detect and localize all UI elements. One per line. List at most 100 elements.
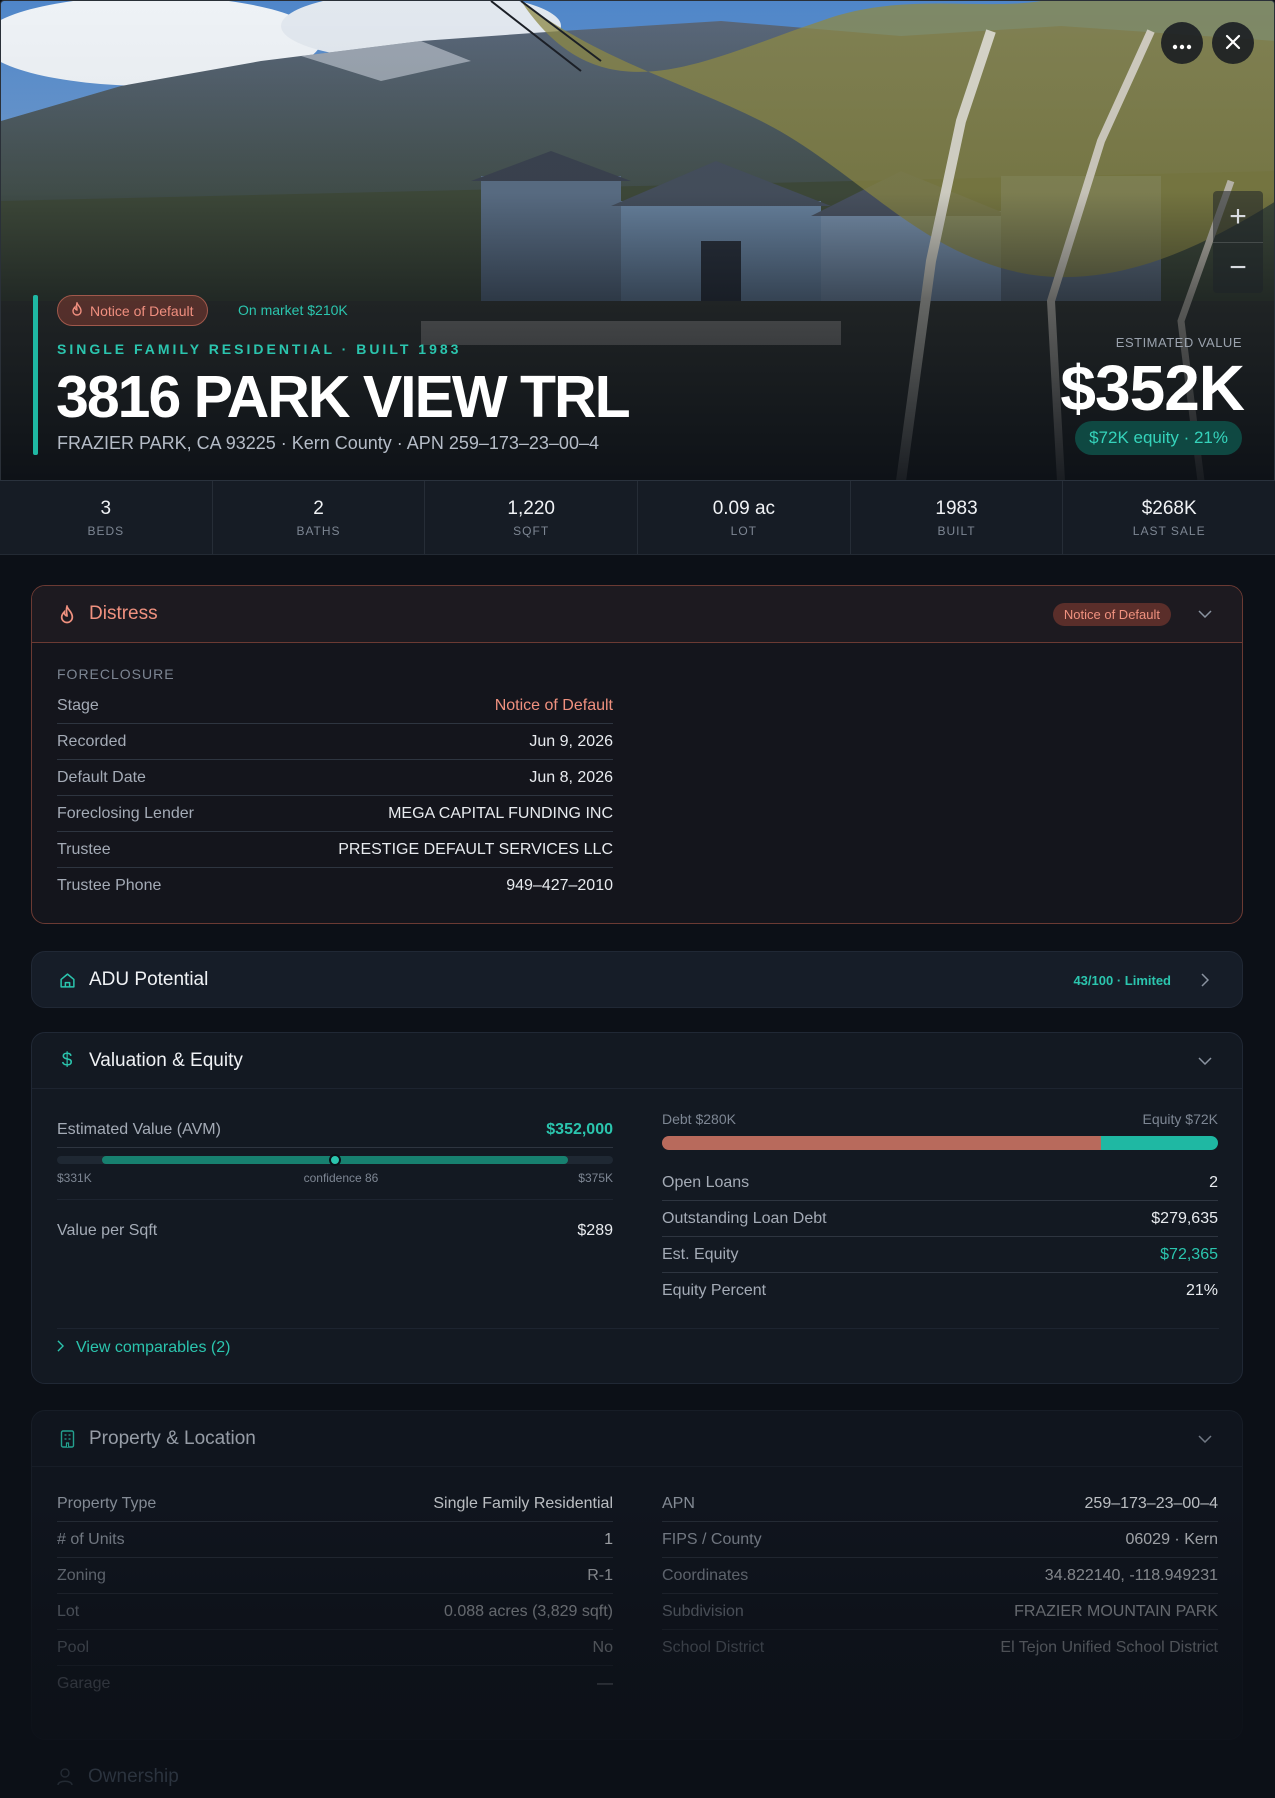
- chevron-down-icon[interactable]: [1193, 602, 1217, 626]
- row-value: 34.822140, -118.949231: [1044, 1566, 1218, 1584]
- open-loans-row: Open Loans 2: [662, 1165, 1218, 1201]
- flame-icon: [71, 300, 83, 319]
- adu-potential-card[interactable]: ADU Potential 43/100 · Limited: [31, 951, 1243, 1008]
- zoom-in-button[interactable]: +: [1213, 191, 1263, 242]
- adu-card-header[interactable]: ADU Potential 43/100 · Limited: [32, 952, 1242, 1008]
- view-comparables-link[interactable]: View comparables (2): [57, 1339, 230, 1357]
- adu-title: ADU Potential: [89, 969, 209, 990]
- row-key: Subdivision: [662, 1602, 744, 1620]
- row-key: Property Type: [57, 1494, 157, 1512]
- stat-beds: 3 BEDS: [0, 481, 213, 554]
- status-badge: Notice of Default: [57, 295, 208, 326]
- row-key: # of Units: [57, 1530, 125, 1548]
- minus-icon: −: [1229, 251, 1247, 284]
- row-key: Trustee: [57, 840, 111, 858]
- row-value: El Tejon Unified School District: [1000, 1639, 1218, 1656]
- fips-row: FIPS / County 06029 · Kern: [662, 1522, 1218, 1558]
- stat-sqft: 1,220 SQFT: [425, 481, 639, 554]
- loan-debt-row: Outstanding Loan Debt $279,635: [662, 1201, 1218, 1237]
- property-location-card: Property & Location Property Type Single …: [31, 1410, 1243, 1740]
- stat-value: 1,220: [507, 497, 555, 519]
- row-value: 06029 · Kern: [1125, 1530, 1218, 1548]
- divider: [57, 1328, 1219, 1329]
- close-icon: [1225, 32, 1241, 54]
- avm-range-low: $331K: [57, 1171, 92, 1185]
- row-key: Coordinates: [662, 1566, 749, 1584]
- row-value: 259–173–23–00–4: [1084, 1494, 1218, 1512]
- est-equity-row: Est. Equity $72,365: [662, 1237, 1218, 1273]
- more-options-button[interactable]: [1161, 22, 1203, 64]
- stat-value: 0.09 ac: [712, 497, 776, 519]
- stat-label: BEDS: [87, 523, 125, 538]
- user-icon: [57, 1768, 73, 1791]
- chevron-right-icon[interactable]: [1193, 968, 1217, 992]
- stat-last-sale: $268K LAST SALE: [1063, 481, 1275, 554]
- distress-row-trustee-phone: Trustee Phone 949–427–2010: [57, 868, 613, 904]
- property-stats-bar: 3 BEDS 2 BATHS 1,220 SQFT 0.09 ac LOT 1983 BU…: [0, 480, 1275, 555]
- row-key: Trustee Phone: [57, 877, 162, 894]
- row-value: FRAZIER MOUNTAIN PARK: [1014, 1602, 1218, 1620]
- equity-segment: [1101, 1136, 1218, 1150]
- valuation-equity-card: $ Valuation & Equity Estimated Value (AV…: [31, 1032, 1243, 1384]
- avm-confidence-marker: [329, 1154, 341, 1166]
- row-key: Default Date: [57, 768, 146, 786]
- stat-lot: 0.09 ac LOT: [638, 481, 851, 554]
- close-button[interactable]: [1212, 22, 1254, 64]
- apn-row: APN 259–173–23–00–4: [662, 1486, 1218, 1522]
- avm-range-high: $375K: [578, 1171, 613, 1185]
- row-value: R-1: [587, 1566, 613, 1584]
- debt-label: Debt $280K: [662, 1111, 736, 1127]
- distress-row-stage: Stage Notice of Default: [57, 688, 613, 724]
- row-value: PRESTIGE DEFAULT SERVICES LLC: [338, 840, 613, 858]
- stat-label: BATHS: [296, 523, 341, 538]
- foreclosure-section-label: FORECLOSURE: [57, 666, 175, 682]
- row-value: $289: [577, 1222, 613, 1239]
- pool-row: Pool No: [57, 1630, 613, 1666]
- row-value: Notice of Default: [494, 696, 613, 714]
- valuation-card-header[interactable]: $ Valuation & Equity: [32, 1033, 1242, 1089]
- row-key: Foreclosing Lender: [57, 804, 194, 822]
- zoom-out-button[interactable]: −: [1213, 242, 1263, 293]
- distress-card-header[interactable]: Distress Notice of Default: [32, 586, 1242, 643]
- distress-card: Distress Notice of Default FORECLOSURE S…: [31, 585, 1243, 924]
- stat-built: 1983 BUILT: [851, 481, 1064, 554]
- debt-segment: [662, 1136, 1102, 1150]
- distress-row-lender: Foreclosing Lender MEGA CAPITAL FUNDING I…: [57, 796, 613, 832]
- estimated-value: $352K: [1060, 352, 1245, 424]
- building-icon: [57, 1429, 77, 1449]
- row-value: $279,635: [1151, 1209, 1218, 1227]
- equity-percent-row: Equity Percent 21%: [662, 1273, 1218, 1309]
- equity-label: Equity $72K: [1142, 1111, 1219, 1127]
- row-key: Outstanding Loan Debt: [662, 1209, 827, 1227]
- distress-row-recorded: Recorded Jun 9, 2026: [57, 724, 613, 760]
- avm-label: Estimated Value (AVM): [57, 1120, 221, 1138]
- lot-row: Lot 0.088 acres (3,829 sqft): [57, 1594, 613, 1630]
- chevron-down-icon[interactable]: [1193, 1049, 1217, 1073]
- valuation-title: Valuation & Equity: [89, 1049, 243, 1071]
- ownership-title[interactable]: Ownership: [88, 1766, 179, 1788]
- row-key: School District: [662, 1639, 765, 1656]
- plus-icon: +: [1229, 199, 1247, 233]
- dollar-icon: $: [61, 1049, 73, 1071]
- view-comparables-label: View comparables (2): [76, 1339, 231, 1356]
- subdivision-row: Subdivision FRAZIER MOUNTAIN PARK: [662, 1594, 1218, 1630]
- row-key: Pool: [57, 1638, 90, 1656]
- property-location-line: FRAZIER PARK, CA 93225 · Kern County · A…: [57, 433, 599, 453]
- row-value: —: [597, 1675, 613, 1692]
- row-key: Garage: [57, 1675, 111, 1692]
- chevron-right-icon: [57, 1339, 65, 1357]
- row-value: 1: [604, 1530, 613, 1548]
- stat-value: 3: [100, 497, 112, 519]
- row-key: FIPS / County: [662, 1530, 762, 1548]
- row-value: $72,365: [1160, 1245, 1218, 1263]
- avm-row: Estimated Value (AVM) $352,000: [57, 1112, 613, 1148]
- units-row: # of Units 1: [57, 1522, 613, 1558]
- chevron-down-icon[interactable]: [1193, 1427, 1217, 1451]
- row-value: Jun 9, 2026: [529, 732, 613, 750]
- flame-icon: [57, 604, 77, 624]
- stat-value: 1983: [935, 497, 978, 519]
- property-type-row: Property Type Single Family Residential: [57, 1486, 613, 1522]
- row-value: 2: [1209, 1173, 1218, 1191]
- adu-score: 43/100 · Limited: [1073, 972, 1171, 988]
- property-card-header[interactable]: Property & Location: [32, 1411, 1242, 1467]
